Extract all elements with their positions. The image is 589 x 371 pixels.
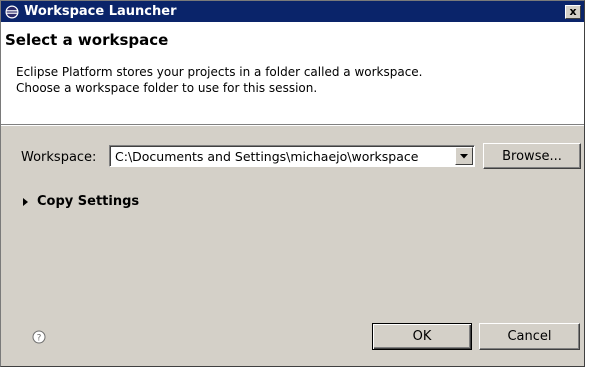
workspace-launcher-dialog: Workspace Launcher x Select a workspace … [0,0,585,367]
banner-title: Select a workspace [5,31,169,49]
cancel-button[interactable]: Cancel [479,323,580,350]
title-bar[interactable]: Workspace Launcher x [1,1,584,22]
banner-separator [1,125,584,126]
description-line-2: Choose a workspace folder to use for thi… [16,81,318,95]
chevron-down-icon [460,153,468,158]
expand-arrow-icon [23,197,28,206]
copy-settings-label: Copy Settings [37,194,140,209]
dropdown-button[interactable] [455,147,473,165]
header-banner: Select a workspace Eclipse Platform stor… [1,22,584,125]
ok-button[interactable]: OK [372,323,472,350]
banner-description: Eclipse Platform stores your projects in… [16,64,423,96]
window-title: Workspace Launcher [24,4,177,19]
workspace-path-input[interactable]: C:\Documents and Settings\michaejo\works… [115,149,418,164]
close-button[interactable]: x [565,4,581,19]
help-icon[interactable]: ? [32,330,46,344]
browse-button[interactable]: Browse... [483,143,581,169]
eclipse-icon [4,4,20,20]
workspace-combo[interactable]: C:\Documents and Settings\michaejo\works… [109,145,475,167]
workspace-label: Workspace: [21,150,97,165]
close-icon: x [569,5,577,18]
description-line-1: Eclipse Platform stores your projects in… [16,65,423,79]
svg-text:?: ? [37,334,42,344]
copy-settings-toggle[interactable]: Copy Settings [23,194,139,209]
